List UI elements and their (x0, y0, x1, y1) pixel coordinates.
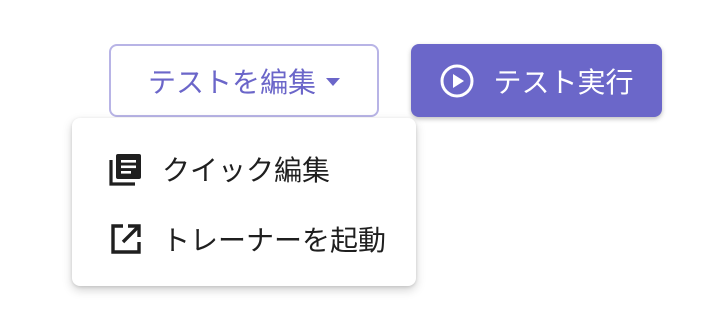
play-circle-icon (439, 63, 475, 99)
menu-item-launch-trainer[interactable]: トレーナーを起動 (72, 204, 416, 274)
quick-edit-icon (106, 149, 146, 189)
menu-item-label: トレーナーを起動 (162, 224, 387, 257)
edit-dropdown-menu: クイック編集 トレーナーを起動 (72, 118, 416, 286)
caret-down-icon (326, 77, 340, 86)
edit-test-dropdown-button[interactable]: テストを編集 (109, 44, 379, 117)
toolbar-area: テストを編集 テスト実行 クイック編集 トレーナーを起動 (0, 0, 720, 318)
open-external-icon (106, 219, 146, 259)
run-test-label: テスト実行 (493, 65, 634, 99)
menu-item-quick-edit[interactable]: クイック編集 (72, 134, 416, 204)
run-test-button[interactable]: テスト実行 (411, 44, 662, 117)
menu-item-label: クイック編集 (162, 154, 331, 187)
edit-test-label: テストを編集 (147, 65, 316, 99)
